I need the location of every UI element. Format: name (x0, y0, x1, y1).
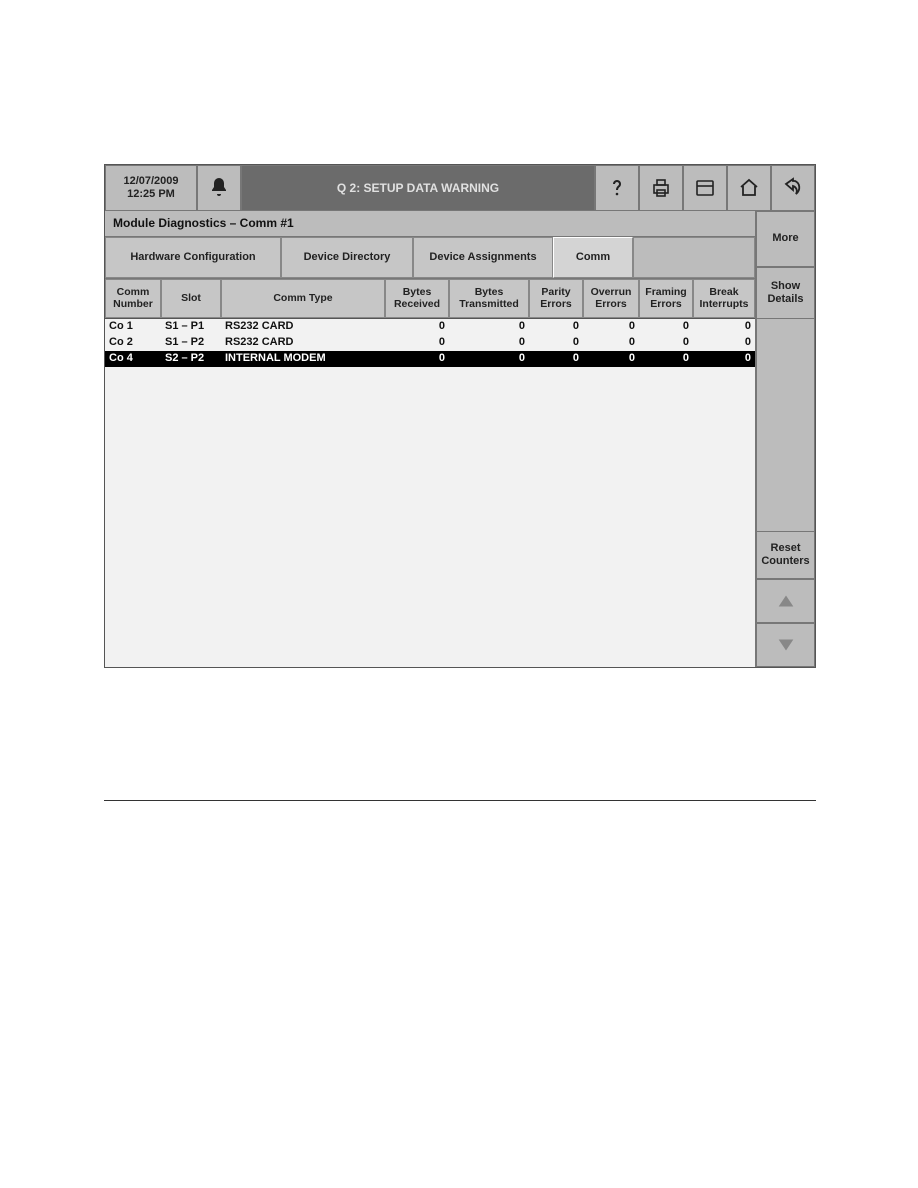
table-row[interactable]: Co 1S1 – P1RS232 CARD000000 (105, 319, 755, 335)
time-text: 12:25 PM (127, 188, 175, 201)
cell: 0 (693, 351, 755, 367)
cell: INTERNAL MODEM (221, 351, 385, 367)
table-row[interactable]: Co 2S1 – P2RS232 CARD000000 (105, 335, 755, 351)
th-parity-errors: Parity Errors (529, 279, 583, 318)
scroll-up-button[interactable] (756, 579, 815, 623)
print-button[interactable] (639, 165, 683, 211)
cell: S1 – P1 (161, 319, 221, 335)
cell: Co 4 (105, 351, 161, 367)
table-row[interactable]: Co 4S2 – P2INTERNAL MODEM000000 (105, 351, 755, 367)
cell: 0 (693, 335, 755, 351)
tab-row: Hardware Configuration Device Directory … (105, 237, 755, 279)
cell: Co 1 (105, 319, 161, 335)
cell: 0 (583, 319, 639, 335)
help-button[interactable] (595, 165, 639, 211)
cell: 0 (583, 335, 639, 351)
reset-counters-button[interactable]: Reset Counters (756, 531, 815, 579)
home-button[interactable] (727, 165, 771, 211)
triangle-down-icon (775, 634, 797, 656)
th-overrun-errors: Overrun Errors (583, 279, 639, 318)
cell: Co 2 (105, 335, 161, 351)
table-body: Co 1S1 – P1RS232 CARD000000Co 2S1 – P2RS… (105, 319, 755, 667)
more-button[interactable]: More (756, 211, 815, 267)
cell: 0 (449, 319, 529, 335)
th-bytes-received: Bytes Received (385, 279, 449, 318)
tab-device-directory[interactable]: Device Directory (281, 237, 413, 278)
bell-icon (207, 176, 231, 200)
breadcrumb: Module Diagnostics – Comm #1 (105, 211, 755, 237)
th-break-interrupts: Break Interrupts (693, 279, 755, 318)
page-rule (104, 800, 816, 801)
side-spacer (756, 319, 815, 531)
tab-comm[interactable]: Comm (553, 237, 633, 278)
home-icon (737, 176, 761, 200)
cell: S2 – P2 (161, 351, 221, 367)
question-icon (605, 176, 629, 200)
tab-hardware-configuration[interactable]: Hardware Configuration (105, 237, 281, 278)
alarm-bell-button[interactable] (197, 165, 241, 211)
date-text: 12/07/2009 (123, 175, 178, 188)
cell: 0 (583, 351, 639, 367)
cell: 0 (385, 351, 449, 367)
table-header: Comm Number Slot Comm Type Bytes Receive… (105, 279, 755, 319)
card-icon (693, 176, 717, 200)
back-arrow-icon (781, 176, 805, 200)
cell: 0 (639, 351, 693, 367)
datetime-panel: 12/07/2009 12:25 PM (105, 165, 197, 211)
main-column: Module Diagnostics – Comm #1 Hardware Co… (105, 211, 756, 667)
cell: RS232 CARD (221, 319, 385, 335)
cell: 0 (385, 335, 449, 351)
scroll-down-button[interactable] (756, 623, 815, 667)
cell: 0 (693, 319, 755, 335)
breadcrumb-text: Module Diagnostics – Comm #1 (113, 216, 294, 230)
cell: 0 (639, 335, 693, 351)
title-text: Q 2: SETUP DATA WARNING (337, 181, 499, 195)
show-details-button[interactable]: Show Details (756, 267, 815, 319)
cell: RS232 CARD (221, 335, 385, 351)
printer-icon (649, 176, 673, 200)
th-slot: Slot (161, 279, 221, 318)
th-comm-type: Comm Type (221, 279, 385, 318)
tab-device-assignments[interactable]: Device Assignments (413, 237, 553, 278)
th-bytes-transmitted: Bytes Transmitted (449, 279, 529, 318)
tab-empty (633, 237, 755, 278)
cell: 0 (385, 319, 449, 335)
cell: 0 (449, 351, 529, 367)
th-comm-number: Comm Number (105, 279, 161, 318)
settings-button[interactable] (683, 165, 727, 211)
app-window: 12/07/2009 12:25 PM Q 2: SETUP DATA WARN… (104, 164, 816, 668)
th-framing-errors: Framing Errors (639, 279, 693, 318)
back-button[interactable] (771, 165, 815, 211)
cell: 0 (639, 319, 693, 335)
cell: 0 (529, 319, 583, 335)
top-bar: 12/07/2009 12:25 PM Q 2: SETUP DATA WARN… (105, 165, 815, 211)
title-bar: Q 2: SETUP DATA WARNING (241, 165, 595, 211)
cell: 0 (449, 335, 529, 351)
body-area: Module Diagnostics – Comm #1 Hardware Co… (105, 211, 815, 667)
cell: S1 – P2 (161, 335, 221, 351)
cell: 0 (529, 351, 583, 367)
triangle-up-icon (775, 590, 797, 612)
side-column: More Show Details Reset Counters (756, 211, 815, 667)
cell: 0 (529, 335, 583, 351)
